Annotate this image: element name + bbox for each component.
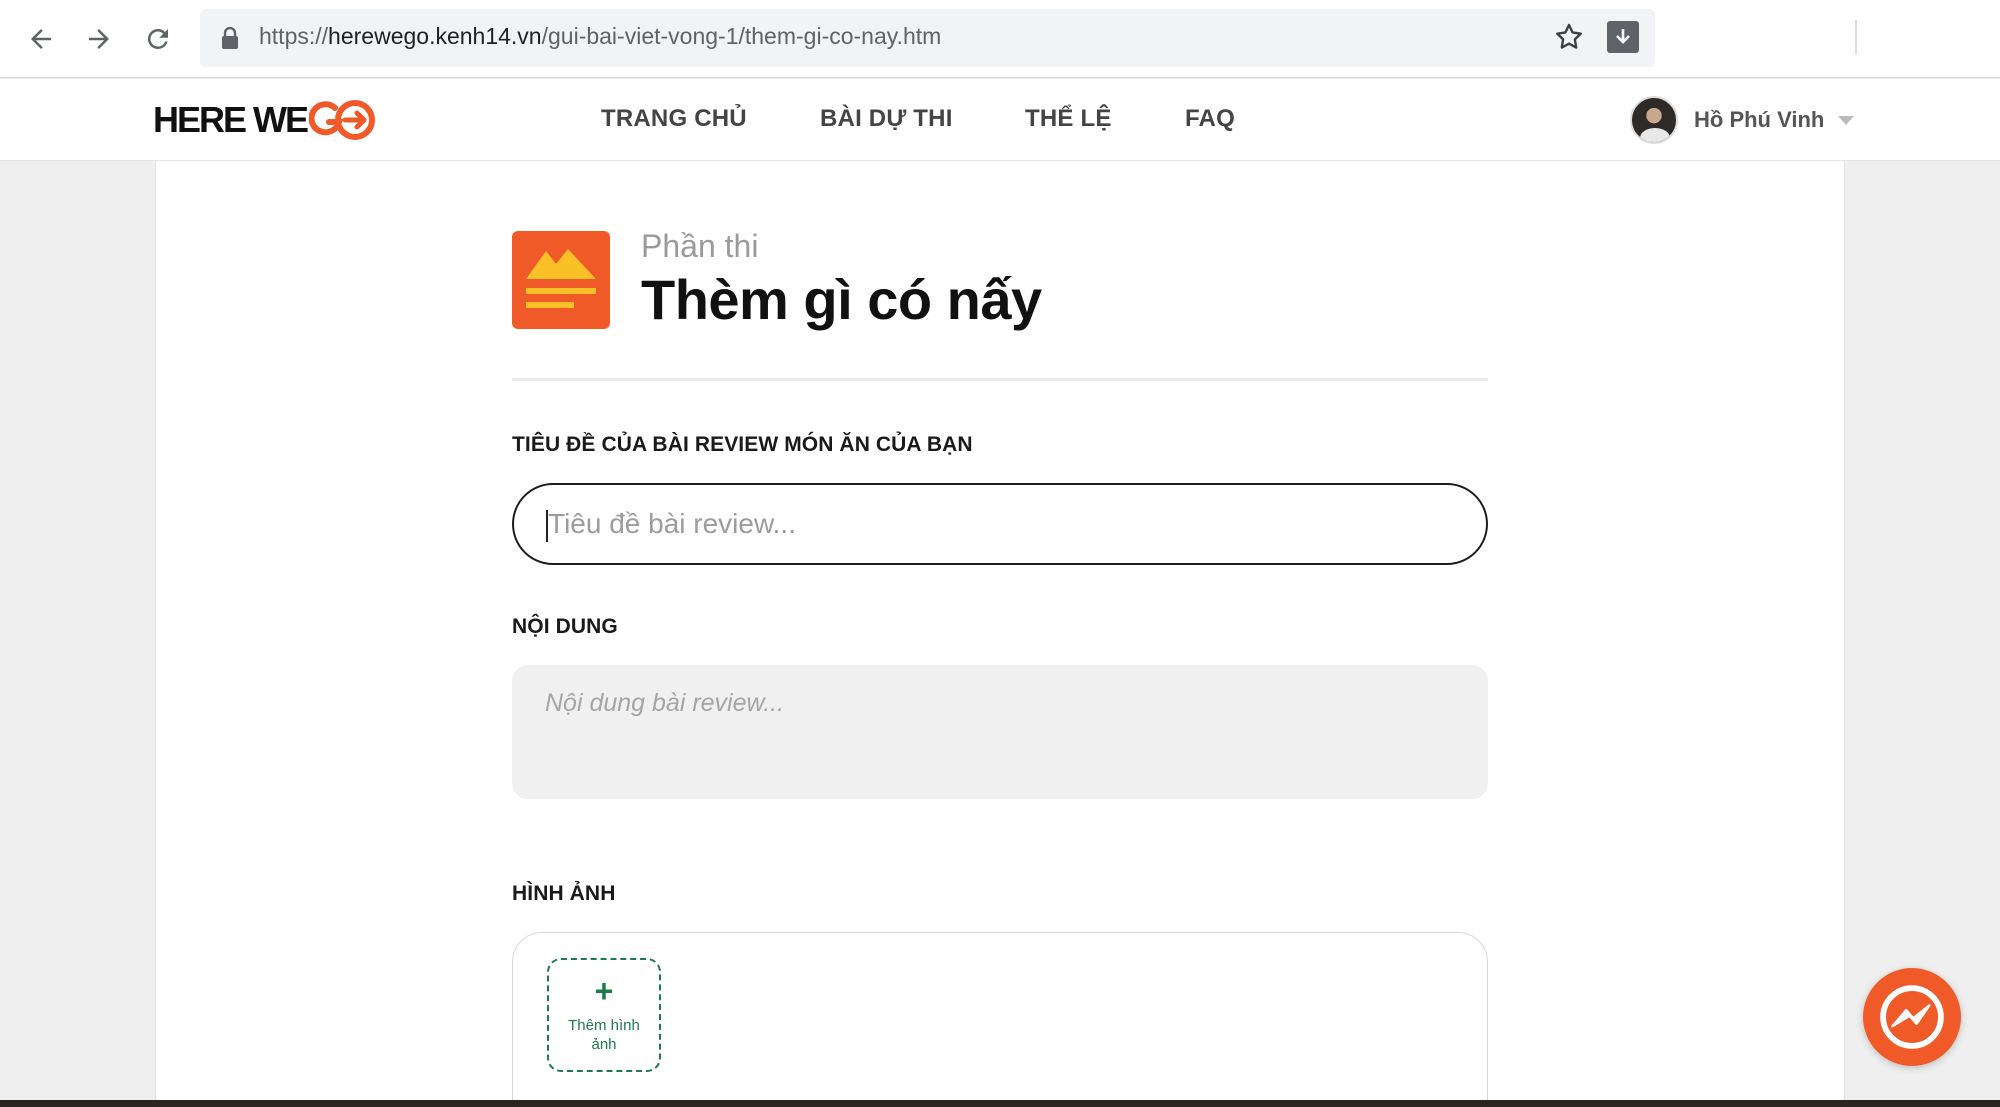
logo-text: HERE WE [153, 99, 309, 140]
download-icon [1616, 29, 1630, 44]
review-content-textarea[interactable] [512, 665, 1488, 799]
site-header: HERE WE TRANG CHỦ BÀI DỰ THI THỂ LỆ FAQ … [0, 79, 2000, 161]
lock-icon [222, 27, 238, 49]
browser-toolbar: https://herewego.kenh14.vn/gui-bai-viet-… [0, 0, 2000, 78]
nav-home[interactable]: TRANG CHỦ [601, 105, 747, 133]
nav-rules[interactable]: THỂ LỆ [1025, 105, 1112, 133]
user-menu[interactable]: Hồ Phú Vinh [1630, 95, 1855, 145]
toolbar-divider [1855, 20, 1857, 54]
messenger-chat-button[interactable] [1863, 968, 1961, 1066]
back-button[interactable] [20, 18, 62, 60]
mountain-image-icon [512, 231, 610, 329]
forward-arrow-icon [89, 29, 109, 49]
bookmark-star-icon[interactable] [1553, 21, 1585, 53]
reload-button[interactable] [137, 18, 179, 60]
page-bottom-edge [0, 1100, 2000, 1107]
url-prefix: https:// [259, 23, 329, 49]
add-image-button[interactable]: + Thêm hình ảnh [547, 958, 661, 1072]
add-image-label: Thêm hình ảnh [568, 1017, 640, 1053]
page-title: Thèm gì có nấy [641, 268, 1042, 331]
review-title-input[interactable] [512, 483, 1488, 565]
section-eyebrow: Phần thi [641, 228, 759, 264]
reload-icon [147, 28, 168, 49]
download-button[interactable] [1607, 21, 1639, 53]
user-name: Hồ Phú Vinh [1694, 107, 1825, 132]
title-field-label: TIÊU ĐỀ CỦA BÀI REVIEW MÓN ĂN CỦA BẠN [512, 433, 973, 456]
divider [512, 378, 1488, 381]
nav-entries[interactable]: BÀI DỰ THI [820, 105, 953, 133]
text-cursor [546, 510, 548, 542]
avatar [1630, 96, 1678, 144]
forward-button[interactable] [78, 18, 120, 60]
address-bar[interactable]: https://herewego.kenh14.vn/gui-bai-viet-… [200, 9, 1655, 67]
site-logo[interactable]: HERE WE [153, 95, 377, 145]
nav-faq[interactable]: FAQ [1185, 105, 1235, 133]
go-arrow-logo-icon [309, 100, 376, 140]
chevron-down-icon [1838, 115, 1855, 125]
url-host: herewego.kenh14.vn [328, 23, 542, 49]
messenger-icon [1880, 985, 1944, 1049]
url-path: /gui-bai-viet-vong-1/them-gi-co-nay.htm [541, 23, 942, 49]
images-field-label: HÌNH ẢNH [512, 882, 616, 905]
content-field-label: NỘI DUNG [512, 615, 618, 638]
url-text[interactable]: https://herewego.kenh14.vn/gui-bai-viet-… [259, 23, 941, 50]
plus-icon: + [594, 973, 614, 1009]
back-arrow-icon [31, 29, 51, 49]
